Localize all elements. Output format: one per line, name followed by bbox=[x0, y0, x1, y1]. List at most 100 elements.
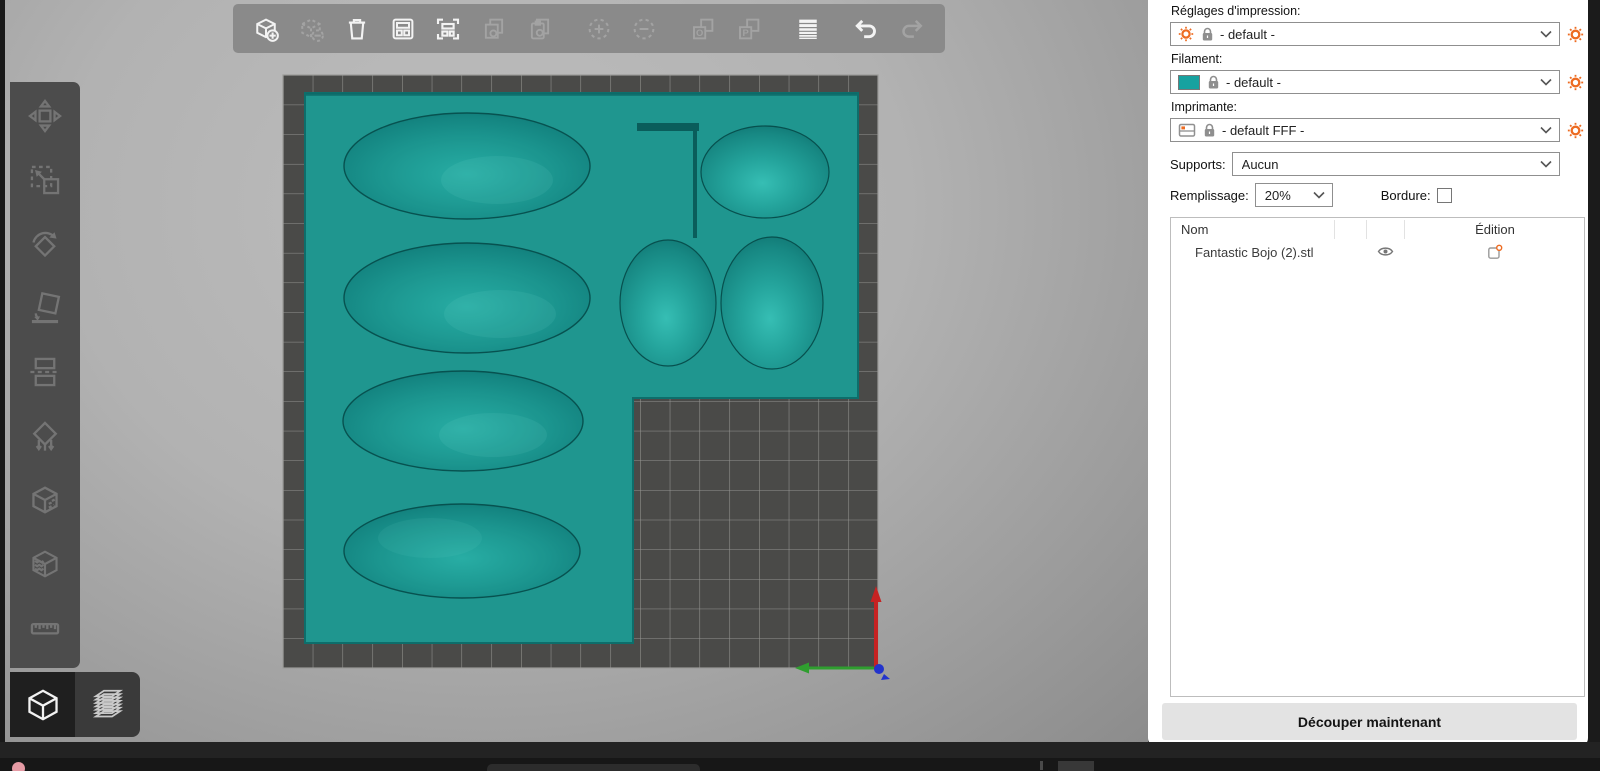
variable-layer-height-icon bbox=[793, 14, 823, 44]
layers-stack-icon bbox=[85, 682, 131, 728]
printer-combo[interactable]: - default FFF - bbox=[1170, 118, 1560, 142]
print-settings-combo[interactable]: - default - bbox=[1170, 22, 1560, 46]
measure-button[interactable] bbox=[17, 596, 73, 660]
copy-icon bbox=[479, 14, 509, 44]
add-instance-button[interactable] bbox=[580, 9, 618, 49]
3d-editor-view-button[interactable] bbox=[10, 672, 75, 737]
application-window: O P Réglages d'impression: bbox=[0, 0, 1600, 771]
lock-icon bbox=[1201, 27, 1214, 42]
print-settings-label: Réglages d'impression: bbox=[1171, 4, 1585, 19]
gear-icon bbox=[1567, 26, 1584, 43]
printer-value: - default FFF - bbox=[1222, 123, 1540, 138]
viewport-3d[interactable]: O P bbox=[5, 0, 1148, 742]
top-toolbar: O P bbox=[233, 4, 945, 53]
oval-cavity-4 bbox=[344, 504, 580, 598]
split-to-parts-button[interactable]: P bbox=[730, 9, 768, 49]
split-to-objects-icon: O bbox=[688, 14, 718, 44]
supports-row: Supports: Aucun bbox=[1170, 152, 1560, 176]
filament-row: - default - bbox=[1170, 70, 1585, 94]
print-settings-gear-button[interactable] bbox=[1566, 25, 1585, 44]
print-settings-cog-icon bbox=[1178, 26, 1194, 42]
view-mode-switcher bbox=[10, 672, 140, 737]
oval-cavity-7 bbox=[721, 237, 823, 369]
redo-button[interactable] bbox=[893, 9, 931, 49]
settings-sidebar: Réglages d'impression: - default - Filam… bbox=[1148, 0, 1588, 747]
oval-cavity-5 bbox=[701, 126, 829, 218]
taskbar-pill[interactable] bbox=[487, 764, 700, 771]
object-list-header: Nom Édition bbox=[1171, 218, 1584, 241]
move-button[interactable] bbox=[17, 84, 73, 148]
printer-gear-button[interactable] bbox=[1566, 121, 1585, 140]
infill-label: Remplissage: bbox=[1170, 188, 1249, 203]
oval-cavity-1 bbox=[344, 113, 590, 219]
redo-icon bbox=[897, 14, 927, 44]
arrange-icon bbox=[388, 14, 418, 44]
gear-icon bbox=[1567, 74, 1584, 91]
split-to-objects-button[interactable]: O bbox=[684, 9, 722, 49]
fuzzy-skin-painting-button[interactable] bbox=[17, 532, 73, 596]
undo-button[interactable] bbox=[848, 9, 886, 49]
filament-gear-button[interactable] bbox=[1566, 73, 1585, 92]
scene-canvas bbox=[5, 0, 1148, 742]
edit-column-header: Édition bbox=[1404, 222, 1585, 237]
lock-icon bbox=[1203, 123, 1216, 138]
taskbar-app-icon[interactable] bbox=[12, 762, 25, 771]
add-object-icon bbox=[251, 14, 281, 44]
remove-instance-icon bbox=[629, 14, 659, 44]
delete-object-button[interactable] bbox=[293, 9, 331, 49]
add-instance-icon bbox=[584, 14, 614, 44]
print-settings-row: - default - bbox=[1170, 22, 1585, 46]
infill-combo[interactable]: 20% bbox=[1255, 183, 1333, 207]
object-list-table: Nom Édition Fantastic Bojo (2).stl bbox=[1170, 217, 1585, 697]
oval-cavity-3 bbox=[343, 371, 583, 471]
copy-button[interactable] bbox=[475, 9, 513, 49]
paint-supports-icon bbox=[25, 416, 65, 456]
cut-button[interactable] bbox=[17, 340, 73, 404]
taskbar-divider bbox=[1040, 761, 1043, 770]
paste-button[interactable] bbox=[521, 9, 559, 49]
print-settings-value: - default - bbox=[1220, 27, 1540, 42]
edit-settings-icon bbox=[1487, 244, 1503, 260]
delete-all-button[interactable] bbox=[338, 9, 376, 49]
oval-cavity-2 bbox=[344, 243, 590, 353]
paint-supports-button[interactable] bbox=[17, 404, 73, 468]
remove-instance-button[interactable] bbox=[625, 9, 663, 49]
seam-painting-icon bbox=[25, 480, 65, 520]
chevron-down-icon bbox=[1540, 126, 1552, 134]
scale-button[interactable] bbox=[17, 148, 73, 212]
taskbar-tray-item[interactable] bbox=[1058, 761, 1094, 771]
place-on-face-button[interactable] bbox=[17, 276, 73, 340]
window-bottom-frame bbox=[0, 742, 1600, 758]
measure-icon bbox=[25, 608, 65, 648]
filament-combo[interactable]: - default - bbox=[1170, 70, 1560, 94]
filament-label: Filament: bbox=[1171, 52, 1585, 67]
object-list-row[interactable]: Fantastic Bojo (2).stl bbox=[1171, 241, 1584, 264]
fill-bed-button[interactable] bbox=[430, 9, 468, 49]
left-toolbar bbox=[10, 82, 80, 668]
add-object-button[interactable] bbox=[247, 9, 285, 49]
rotate-button[interactable] bbox=[17, 212, 73, 276]
split-to-parts-icon: P bbox=[734, 14, 764, 44]
seam-painting-button[interactable] bbox=[17, 468, 73, 532]
delete-object-icon bbox=[296, 14, 326, 44]
cut-icon bbox=[25, 352, 65, 392]
slice-now-button[interactable]: Découper maintenant bbox=[1162, 703, 1577, 740]
arrange-button[interactable] bbox=[384, 9, 422, 49]
undo-icon bbox=[851, 14, 881, 44]
chevron-down-icon bbox=[1540, 30, 1552, 38]
brim-checkbox[interactable] bbox=[1437, 188, 1452, 203]
supports-combo[interactable]: Aucun bbox=[1232, 152, 1560, 176]
edit-object-button[interactable] bbox=[1487, 244, 1503, 263]
taskbar bbox=[0, 758, 1600, 771]
object-name: Fantastic Bojo (2).stl bbox=[1171, 245, 1314, 260]
name-column-header: Nom bbox=[1171, 222, 1208, 237]
place-on-face-icon bbox=[25, 288, 65, 328]
column-separator bbox=[1334, 220, 1335, 239]
printer-icon bbox=[1178, 123, 1196, 138]
filament-color-swatch bbox=[1178, 75, 1200, 90]
column-separator bbox=[1366, 220, 1367, 239]
oval-cavity-6 bbox=[620, 240, 716, 366]
visibility-eye-button[interactable] bbox=[1377, 245, 1394, 261]
variable-layer-height-button[interactable] bbox=[789, 9, 827, 49]
preview-view-button[interactable] bbox=[75, 672, 140, 737]
